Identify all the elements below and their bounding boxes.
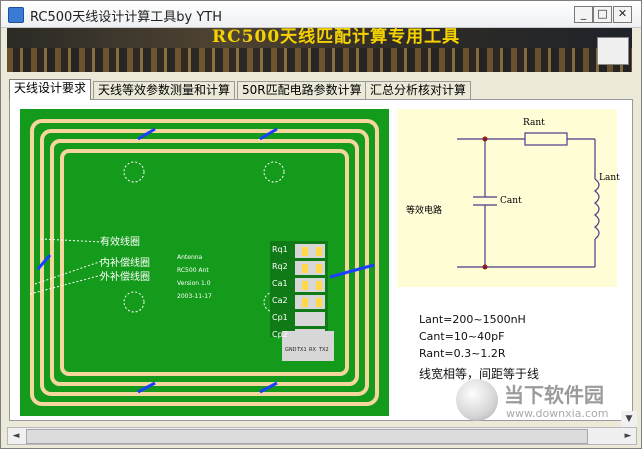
pad-label-rq1: Rq1 — [272, 245, 288, 254]
equivalent-circuit-diagram: Rant Lant Cant 等效电路 — [397, 109, 620, 287]
scroll-down-button[interactable]: ▼ — [621, 411, 637, 427]
pad-label-rq2: Rq2 — [272, 262, 288, 271]
connector-label-gnd: GND — [285, 347, 297, 353]
pcb-label-outer-coil: 外补偿线圈 — [100, 272, 150, 283]
app-icon — [8, 7, 24, 23]
circuit-label-rant: Rant — [523, 118, 545, 128]
parameter-notes: Lant=200~1500nH Cant=10~40pF Rant=0.3~1.… — [419, 311, 526, 362]
site-watermark: 当下软件园 www.downxia.com — [456, 379, 636, 425]
circuit-label-cant: Cant — [500, 196, 522, 206]
horizontal-scrollbar[interactable]: ◄ ► — [7, 427, 637, 445]
header-banner: RC500天线匹配计算专用工具 — [7, 28, 632, 72]
pcb-chip-text-2: RC500 Ant — [177, 267, 209, 274]
app-window: RC500天线设计计算工具by YTH _ □ ✕ RC500天线匹配计算专用工… — [0, 0, 642, 449]
watermark-logo-icon — [456, 379, 498, 421]
banner-title: RC500天线匹配计算专用工具 — [212, 28, 461, 47]
watermark-title: 当下软件园 — [504, 383, 604, 407]
connector-label-tx2: TX2 — [319, 347, 329, 353]
pcb-chip-text-3: Version 1.0 — [177, 280, 211, 287]
pad-label-cp2: Cp2 — [272, 330, 288, 339]
pcb-label-effective-coil: 有效线圈 — [100, 237, 140, 248]
note-lant-range: Lant=200~1500nH — [419, 313, 526, 326]
antenna-pcb-image: 有效线圈 内补偿线圈 外补偿线圈 Antenna RC500 Ant Versi… — [20, 109, 389, 416]
minimize-button[interactable]: _ — [574, 6, 593, 23]
connector-label-tx1: TX1 — [297, 347, 307, 353]
pcb-chip-text-4: 2003-11-17 — [177, 293, 212, 300]
pcb-label-inner-coil: 内补偿线圈 — [100, 258, 150, 269]
pcb-chip-text-1: Antenna — [177, 254, 203, 261]
title-bar[interactable]: RC500天线设计计算工具by YTH _ □ ✕ — [1, 1, 641, 28]
scroll-left-button[interactable]: ◄ — [8, 428, 24, 444]
banner-city-lights — [7, 48, 632, 72]
note-rant-range: Rant=0.3~1.2R — [419, 347, 506, 360]
note-cant-range: Cant=10~40pF — [419, 330, 505, 343]
tab-summary-analysis[interactable]: 汇总分析核对计算 — [365, 81, 472, 99]
watermark-url: www.downxia.com — [506, 407, 609, 420]
banner-logo-image — [597, 37, 629, 65]
tab-antenna-requirements[interactable]: 天线设计要求 — [9, 79, 92, 100]
window-title: RC500天线设计计算工具by YTH — [30, 10, 223, 25]
scrollbar-thumb[interactable] — [26, 429, 588, 444]
close-button[interactable]: ✕ — [613, 6, 632, 23]
connector-label-rx: RX — [309, 347, 316, 353]
scroll-right-button[interactable]: ► — [620, 428, 636, 444]
tab-matching-circuit[interactable]: 50R匹配电路参数计算 — [237, 81, 367, 99]
pad-label-ca2: Ca2 — [272, 296, 288, 305]
tab-antenna-measurement[interactable]: 天线等效参数测量和计算 — [93, 81, 236, 99]
pad-label-cp1: Cp1 — [272, 313, 288, 322]
pad-label-ca1: Ca1 — [272, 279, 288, 288]
maximize-button[interactable]: □ — [593, 6, 612, 23]
circuit-label-source: 等效电路 — [406, 206, 443, 216]
circuit-label-lant: Lant — [599, 173, 620, 183]
